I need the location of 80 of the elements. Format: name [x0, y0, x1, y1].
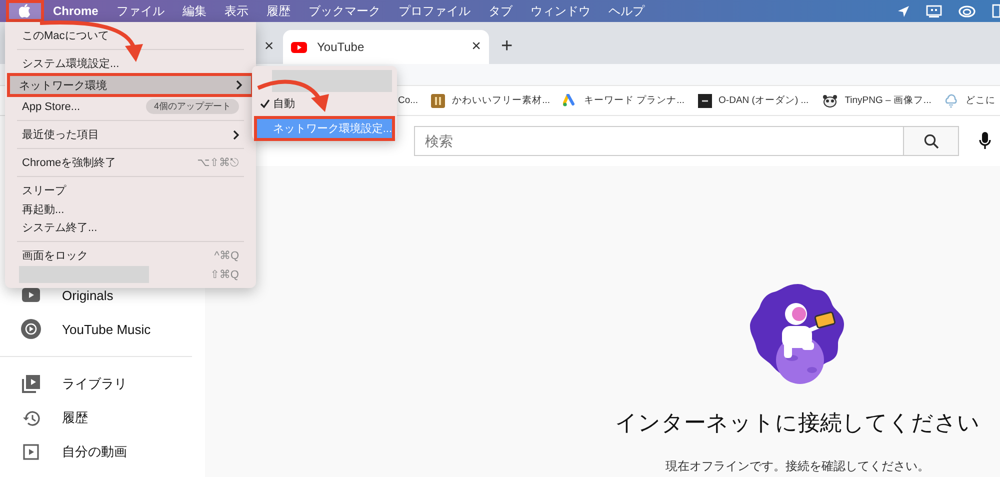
bookmark-link[interactable]: キーワード プランナ...: [562, 94, 685, 107]
menu-bar-item[interactable]: ヘルプ: [599, 0, 654, 22]
menu-item-label: ネットワーク環境: [19, 78, 108, 93]
update-badge: 4個のアップデート: [146, 99, 239, 114]
menu-item[interactable]: 画面をロック ^⌘Q: [10, 246, 251, 266]
search-icon: [924, 134, 938, 148]
menu-bar-item[interactable]: プロファイル: [389, 0, 480, 22]
menu-item[interactable]: スリープ: [10, 180, 251, 200]
menu-bar-item[interactable]: ウィンドウ: [521, 0, 600, 22]
browser-tab[interactable]: YouTube ×: [283, 30, 489, 64]
triangle-logo-icon: [562, 94, 577, 107]
new-tab-button[interactable]: +: [497, 35, 517, 58]
menu-bar-item[interactable]: ブックマーク: [299, 0, 390, 22]
video-icon: [23, 444, 39, 460]
menu-item-label: 自動: [273, 97, 295, 111]
menu-bar-item[interactable]: Chrome: [44, 0, 108, 22]
cloud-rings-icon[interactable]: [958, 4, 976, 18]
menu-bar-item[interactable]: 表示: [215, 0, 258, 22]
menu-bar-item[interactable]: 履歴: [257, 0, 300, 22]
menu-item-label: システム環境設定...: [22, 56, 120, 71]
square-icon: [698, 94, 712, 108]
menu-bar-item[interactable]: ファイル: [107, 0, 174, 22]
annotation-arrow: [257, 80, 329, 112]
menu-item[interactable]: システム環境設定...: [10, 54, 251, 73]
menu-bar-item[interactable]: タブ: [479, 0, 522, 22]
library-icon: [22, 375, 40, 393]
menu-item-label: システム終了...: [22, 221, 98, 236]
sidebar-item[interactable]: Originals: [0, 278, 205, 312]
search-button[interactable]: [904, 126, 959, 156]
close-icon[interactable]: ×: [264, 38, 274, 56]
tab-title: YouTube: [317, 40, 366, 54]
location-arrow-icon[interactable]: [897, 4, 910, 18]
menu-item[interactable]: 再起動...: [10, 200, 251, 219]
bookmark-link[interactable]: TinyPNG – 画像フ...: [822, 94, 932, 108]
bookmark-link[interactable]: かわいいフリー素材...: [431, 94, 550, 108]
menu-item-label: 画面をロック: [22, 249, 89, 264]
close-icon[interactable]: ×: [472, 38, 481, 56]
menu-item-label: スリープ: [22, 184, 68, 198]
menu-item-label: 最近使った項目: [22, 128, 100, 142]
bookmark-link[interactable]: どこに: [944, 94, 996, 108]
sidebar-item[interactable]: 履歴: [0, 401, 205, 435]
bookmark-link[interactable]: O-DAN (オーダン) ...: [698, 94, 809, 108]
shortcut-text: ^⌘Q: [214, 249, 239, 262]
shortcut-text: ⇧⌘Q: [210, 268, 239, 282]
sidebar-item[interactable]: YouTube Music: [0, 312, 205, 346]
menu-item[interactable]: App Store... 4個のアップデート: [10, 97, 251, 116]
sidebar-item[interactable]: ライブラリ: [0, 367, 205, 401]
chevron-right-icon: [236, 80, 242, 90]
search-field[interactable]: 検索: [414, 126, 904, 156]
menu-item-label: ネットワーク環境設定...: [272, 122, 392, 136]
sidebar-item[interactable]: 自分の動画: [0, 435, 205, 469]
apple-menu-button[interactable]: [6, 0, 44, 22]
display-icon[interactable]: [926, 4, 942, 18]
menu-item-label: Chromeを強制終了: [22, 156, 118, 170]
play-box-icon: [22, 288, 40, 302]
cloud-icon: [944, 94, 958, 108]
menu-item[interactable]: ネットワーク環境: [7, 72, 254, 98]
sidebar-icon[interactable]: [992, 4, 1000, 18]
menu-item[interactable]: 自動: [257, 94, 392, 113]
music-circle-icon: [21, 319, 41, 339]
menu-item-label: App Store...: [22, 100, 82, 113]
offline-message: 現在オフラインです。接続を確認してください。: [666, 458, 930, 475]
menu-item[interactable]: Chromeを強制終了 ⌥⇧⌘⎋: [10, 153, 251, 172]
menu-bar-item[interactable]: 編集: [173, 0, 216, 22]
shortcut-text: ⌥⇧⌘⎋: [197, 156, 239, 169]
play-logo-icon: [291, 42, 307, 52]
panda-icon: [822, 94, 838, 108]
tile-icon: [431, 94, 446, 108]
menu-item[interactable]: 最近使った項目: [10, 125, 251, 144]
offline-title: インターネットに接続してください: [615, 409, 980, 437]
chevron-right-icon: [233, 130, 239, 140]
browser-tab[interactable]: ×: [255, 30, 283, 64]
apple-logo-icon: [19, 4, 31, 18]
menu-item[interactable]: このMacについて: [10, 26, 251, 45]
microphone-icon[interactable]: [979, 132, 991, 150]
menu-item-label: このMacについて: [22, 28, 110, 43]
menu-item-label: 再起動...: [22, 202, 66, 217]
menu-item[interactable]: システム終了...: [10, 218, 251, 238]
bookmark-link[interactable]: Co...: [398, 95, 418, 106]
history-icon: [22, 410, 40, 426]
